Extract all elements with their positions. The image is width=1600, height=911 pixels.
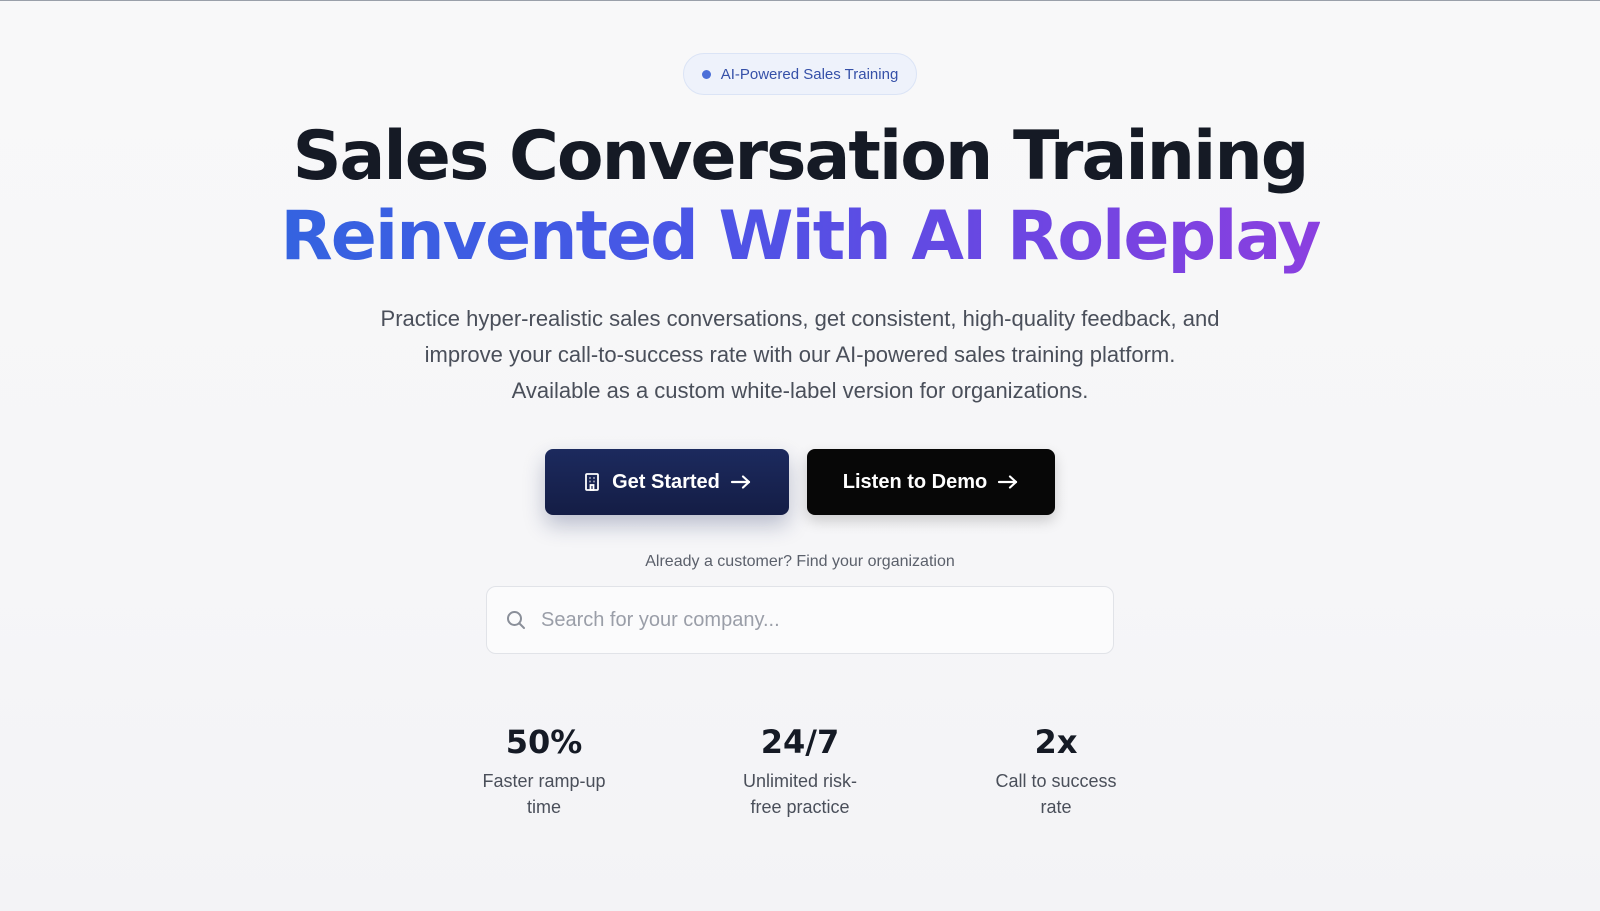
stat-value: 50% (505, 723, 583, 761)
stat-item: 50% Faster ramp-up time (416, 722, 672, 820)
stat-value: 24/7 (760, 723, 840, 761)
arrow-right-icon (997, 474, 1019, 490)
listen-to-demo-button[interactable]: Listen to Demo (807, 449, 1055, 515)
stat-value: 2x (1034, 723, 1078, 761)
customer-note: Already a customer? Find your organizati… (645, 553, 955, 570)
stat-item: 24/7 Unlimited risk-free practice (672, 722, 928, 820)
headline-line-1: Sales Conversation Training (292, 117, 1310, 196)
cta-row: Get Started Listen to Demo (545, 449, 1055, 515)
stat-label: Faster ramp-up time (482, 771, 606, 817)
stats-row: 50% Faster ramp-up time 24/7 Unlimited r… (416, 722, 1184, 820)
company-search-input[interactable] (541, 608, 1081, 632)
stat-label: Unlimited risk-free practice (742, 771, 857, 817)
hero-headline: Sales Conversation Training Reinvented W… (280, 117, 1321, 277)
arrow-right-icon (730, 474, 752, 490)
badge-dot-icon (701, 69, 711, 79)
company-search-box[interactable] (486, 586, 1114, 654)
stat-item: 2x Call to success rate (928, 722, 1184, 820)
stat-label: Call to success rate (995, 771, 1117, 817)
get-started-label: Get Started (612, 470, 720, 493)
search-icon (505, 609, 527, 631)
ai-badge: AI-Powered Sales Training (682, 53, 918, 95)
hero-description: Practice hyper-realistic sales conversat… (380, 306, 1220, 403)
building-icon (582, 472, 602, 492)
listen-to-demo-label: Listen to Demo (842, 470, 988, 493)
hero-section: AI-Powered Sales Training Sales Conversa… (0, 0, 1600, 820)
headline-line-2: Reinvented With AI Roleplay (280, 197, 1321, 276)
badge-label: AI-Powered Sales Training (720, 65, 899, 83)
get-started-button[interactable]: Get Started (545, 449, 789, 515)
